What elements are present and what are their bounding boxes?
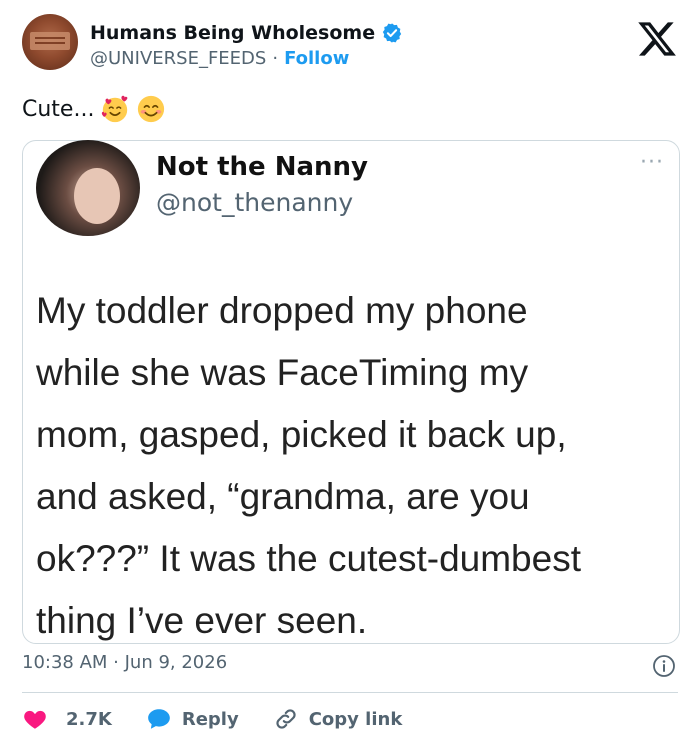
author-handle-row: @UNIVERSE_FEEDS · Follow [90,48,349,69]
like-button[interactable]: 2.7K [22,706,112,732]
action-bar: 2.7K Reply Copy link [22,702,402,736]
copy-link-label: Copy link [308,708,403,730]
embedded-line: My toddler dropped my phone [36,290,528,331]
verified-badge-icon [382,23,402,43]
embedded-line: thing I’ve ever seen. [36,600,368,641]
heart-icon [24,710,46,729]
x-logo-icon[interactable] [636,18,678,60]
embedded-line: ok???” It was the cutest-dumbest [36,538,581,579]
embedded-more-icon: ··· [640,150,664,175]
smiling-face-with-smiling-eyes-icon [138,95,165,123]
avatar-plaque [30,32,70,50]
tweet-text: Cute... [22,94,166,124]
tweet-timestamp[interactable]: 10:38 AM · Jun 9, 2026 [22,652,227,673]
copy-link-button[interactable]: Copy link [273,706,403,732]
follow-button[interactable]: Follow [284,48,349,69]
embedded-tweet-body: My toddler dropped my phone while she wa… [36,280,666,652]
author-avatar[interactable] [22,14,78,70]
link-icon [276,709,296,729]
info-icon[interactable] [652,654,676,678]
reply-bubble-icon [148,709,170,729]
author-handle[interactable]: @UNIVERSE_FEEDS [90,48,266,69]
reply-label: Reply [181,708,239,730]
embedded-avatar-face [74,168,120,224]
reply-button[interactable]: Reply [146,706,239,732]
smiling-face-with-hearts-icon [102,95,128,123]
embedded-line: mom, gasped, picked it back up, [36,414,567,455]
separator-dot: · [272,48,279,69]
tweet-text-content: Cute... [22,96,95,122]
author-name[interactable]: Humans Being Wholesome [90,22,375,44]
embedded-author-handle: @not_thenanny [156,188,354,217]
embedded-author-name: Not the Nanny [156,152,368,182]
footer-divider [22,692,678,693]
embedded-avatar [36,140,140,236]
author-name-row: Humans Being Wholesome [90,20,403,46]
embedded-line: and asked, “grandma, are you [36,476,530,517]
like-count: 2.7K [66,708,112,730]
embedded-line: while she was FaceTiming my [36,352,529,393]
